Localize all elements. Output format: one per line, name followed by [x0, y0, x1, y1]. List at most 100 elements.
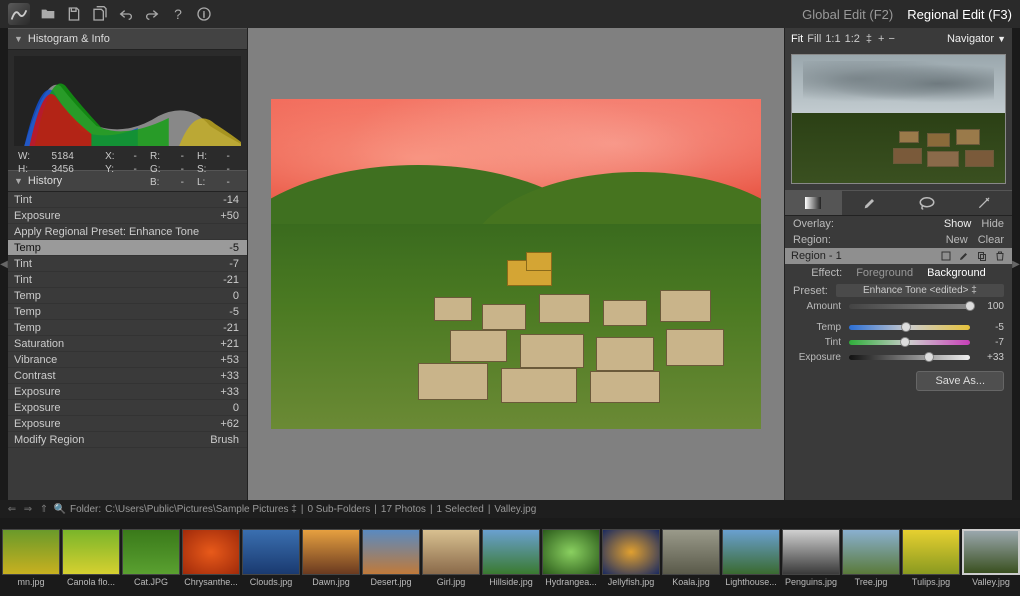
undo-icon[interactable]	[118, 6, 134, 22]
history-item[interactable]: Temp-5	[8, 240, 247, 256]
thumbnail-label: Dawn.jpg	[302, 577, 360, 587]
zoom-out-icon[interactable]: −	[888, 33, 894, 45]
open-folder-icon[interactable]	[40, 6, 56, 22]
effect-background[interactable]: Background	[927, 267, 986, 279]
history-item[interactable]: Saturation+21	[8, 336, 247, 352]
tool-lasso-icon[interactable]	[899, 191, 956, 215]
overlay-show[interactable]: Show	[944, 218, 972, 230]
region-copy-icon[interactable]	[976, 250, 988, 262]
slider-exposure[interactable]: Exposure +33	[785, 350, 1012, 365]
history-item[interactable]: Exposure0	[8, 400, 247, 416]
info-icon[interactable]: i	[196, 6, 212, 22]
save-all-icon[interactable]	[92, 6, 108, 22]
history-item[interactable]: Exposure+33	[8, 384, 247, 400]
region-new[interactable]: New	[946, 234, 968, 246]
thumbnail-label: Canola flo...	[62, 577, 120, 587]
zoom-fit[interactable]: Fit	[791, 33, 803, 45]
slider-tint[interactable]: Tint -7	[785, 335, 1012, 350]
thumbnail[interactable]: Penguins.jpg	[782, 529, 840, 587]
sb-search-icon[interactable]: 🔍	[54, 503, 66, 515]
history-item-label: Temp	[14, 242, 41, 254]
region-visibility-icon[interactable]	[940, 250, 952, 262]
history-item[interactable]: Tint-21	[8, 272, 247, 288]
navigator-preview[interactable]	[791, 54, 1006, 184]
history-item-value: -14	[223, 194, 239, 206]
image-canvas[interactable]	[248, 28, 784, 500]
thumbnail[interactable]: Desert.jpg	[362, 529, 420, 587]
histogram-stats: W:5184X:-R:-H:- H:3456Y:-G:-S:- B:-L:-	[14, 149, 241, 190]
history-item[interactable]: Tint-7	[8, 256, 247, 272]
zoom-in-icon[interactable]: +	[878, 33, 884, 45]
history-item[interactable]: Temp0	[8, 288, 247, 304]
filmstrip[interactable]: mn.jpgCanola flo...Cat.JPGChrysanthe...C…	[0, 518, 1020, 596]
history-item[interactable]: Modify RegionBrush	[8, 432, 247, 448]
thumbnail[interactable]: Lighthouse...	[722, 529, 780, 587]
sb-folder-path[interactable]: C:\Users\Public\Pictures\Sample Pictures…	[105, 504, 297, 515]
mode-global-edit[interactable]: Global Edit (F2)	[802, 7, 893, 22]
history-item-value: +33	[220, 386, 239, 398]
history-item[interactable]: Temp-21	[8, 320, 247, 336]
history-item[interactable]: Exposure+62	[8, 416, 247, 432]
histogram-canvas	[14, 56, 241, 146]
zoom-fill[interactable]: Fill	[807, 33, 821, 45]
history-item-value: -21	[223, 322, 239, 334]
thumbnail[interactable]: Tree.jpg	[842, 529, 900, 587]
panel-right-collapse[interactable]: ▶	[1012, 28, 1020, 500]
region-delete-icon[interactable]	[994, 250, 1006, 262]
history-item[interactable]: Contrast+33	[8, 368, 247, 384]
region-clear[interactable]: Clear	[978, 234, 1004, 246]
mode-regional-edit[interactable]: Regional Edit (F3)	[907, 7, 1012, 22]
thumbnail[interactable]: mn.jpg	[2, 529, 60, 587]
thumbnail[interactable]: Girl.jpg	[422, 529, 480, 587]
top-toolbar: ? i Global Edit (F2) Regional Edit (F3)	[0, 0, 1020, 28]
history-item[interactable]: Vibrance+53	[8, 352, 247, 368]
history-item-label: Saturation	[14, 338, 64, 350]
thumbnail[interactable]: Canola flo...	[62, 529, 120, 587]
zoom-1-2[interactable]: 1:2	[845, 33, 860, 45]
preset-row: Preset: Enhance Tone <edited> ‡	[785, 282, 1012, 299]
zoom-1-1[interactable]: 1:1	[825, 33, 840, 45]
thumbnail[interactable]: Tulips.jpg	[902, 529, 960, 587]
slider-temp[interactable]: Temp -5	[785, 320, 1012, 335]
sb-fwd-icon[interactable]: ⇒	[22, 503, 34, 515]
thumbnail[interactable]: Dawn.jpg	[302, 529, 360, 587]
region-edit-icon[interactable]	[958, 250, 970, 262]
save-icon[interactable]	[66, 6, 82, 22]
history-item[interactable]: Exposure+50	[8, 208, 247, 224]
sb-back-icon[interactable]: ⇐	[6, 503, 18, 515]
histogram-header[interactable]: ▼Histogram & Info	[8, 28, 247, 50]
history-item[interactable]: Tint-14	[8, 192, 247, 208]
navigator-label[interactable]: Navigator ▼	[947, 33, 1006, 45]
preset-select[interactable]: Enhance Tone <edited> ‡	[836, 284, 1004, 297]
history-item[interactable]: Apply Regional Preset: Enhance Tone	[8, 224, 247, 240]
tool-wand-icon[interactable]	[955, 191, 1012, 215]
region-tools	[785, 190, 1012, 216]
thumbnail-image	[842, 529, 900, 575]
thumbnail[interactable]: Hillside.jpg	[482, 529, 540, 587]
effect-foreground[interactable]: Foreground	[856, 267, 913, 279]
thumbnail[interactable]: Chrysanthe...	[182, 529, 240, 587]
thumbnail[interactable]: Hydrangea...	[542, 529, 600, 587]
region-item[interactable]: Region - 1	[785, 248, 1012, 264]
history-item-label: Modify Region	[14, 434, 84, 446]
history-item[interactable]: Temp-5	[8, 304, 247, 320]
redo-icon[interactable]	[144, 6, 160, 22]
help-icon[interactable]: ?	[170, 6, 186, 22]
save-as-button[interactable]: Save As...	[916, 371, 1004, 391]
thumbnail-image	[242, 529, 300, 575]
slider-amount[interactable]: Amount 100	[785, 299, 1012, 314]
history-item-label: Apply Regional Preset: Enhance Tone	[14, 226, 199, 238]
tool-brush-icon[interactable]	[842, 191, 899, 215]
thumbnail[interactable]: Clouds.jpg	[242, 529, 300, 587]
thumbnail[interactable]: Koala.jpg	[662, 529, 720, 587]
sb-up-icon[interactable]: ⇑	[38, 503, 50, 515]
thumbnail[interactable]: Cat.JPG	[122, 529, 180, 587]
chevron-down-icon: ▼	[14, 34, 23, 44]
thumbnail[interactable]: Valley.jpg	[962, 529, 1020, 587]
thumbnail[interactable]: Jellyfish.jpg	[602, 529, 660, 587]
panel-left-collapse[interactable]: ◀	[0, 28, 8, 500]
overlay-hide[interactable]: Hide	[981, 218, 1004, 230]
tool-gradient-icon[interactable]	[785, 191, 842, 215]
thumbnail-label: Tree.jpg	[842, 577, 900, 587]
thumbnail-image	[602, 529, 660, 575]
